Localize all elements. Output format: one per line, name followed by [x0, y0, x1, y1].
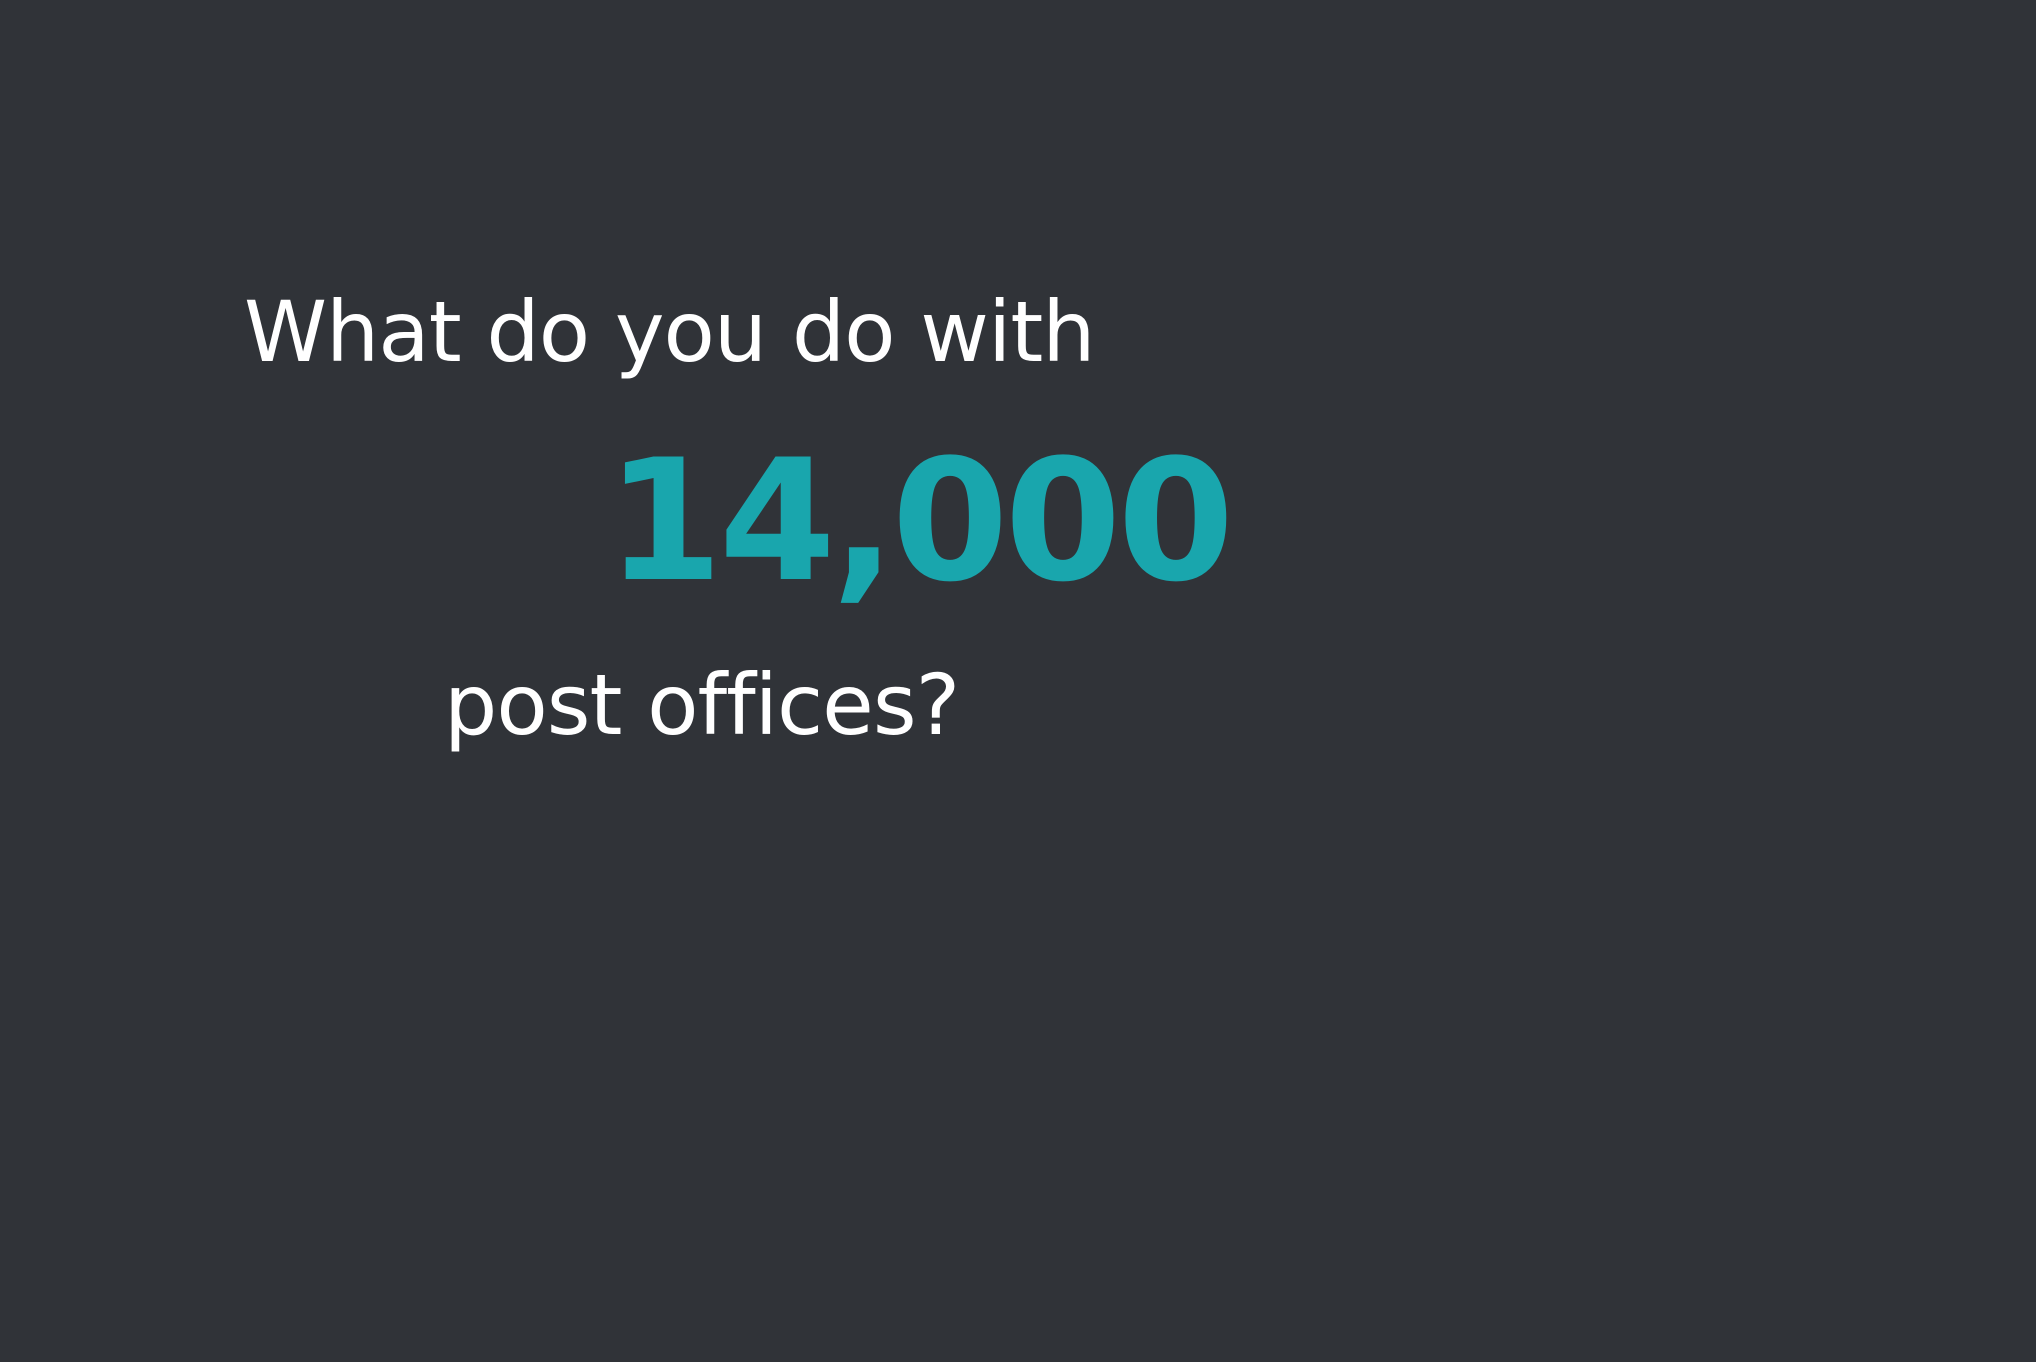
headline-question-start: What do you do with	[244, 283, 1095, 381]
highlight-number: 14,000	[606, 423, 1234, 619]
headline-question-end: post offices?	[444, 656, 960, 754]
slide-canvas: What do you do with 14,000 post offices?	[0, 0, 2036, 1362]
